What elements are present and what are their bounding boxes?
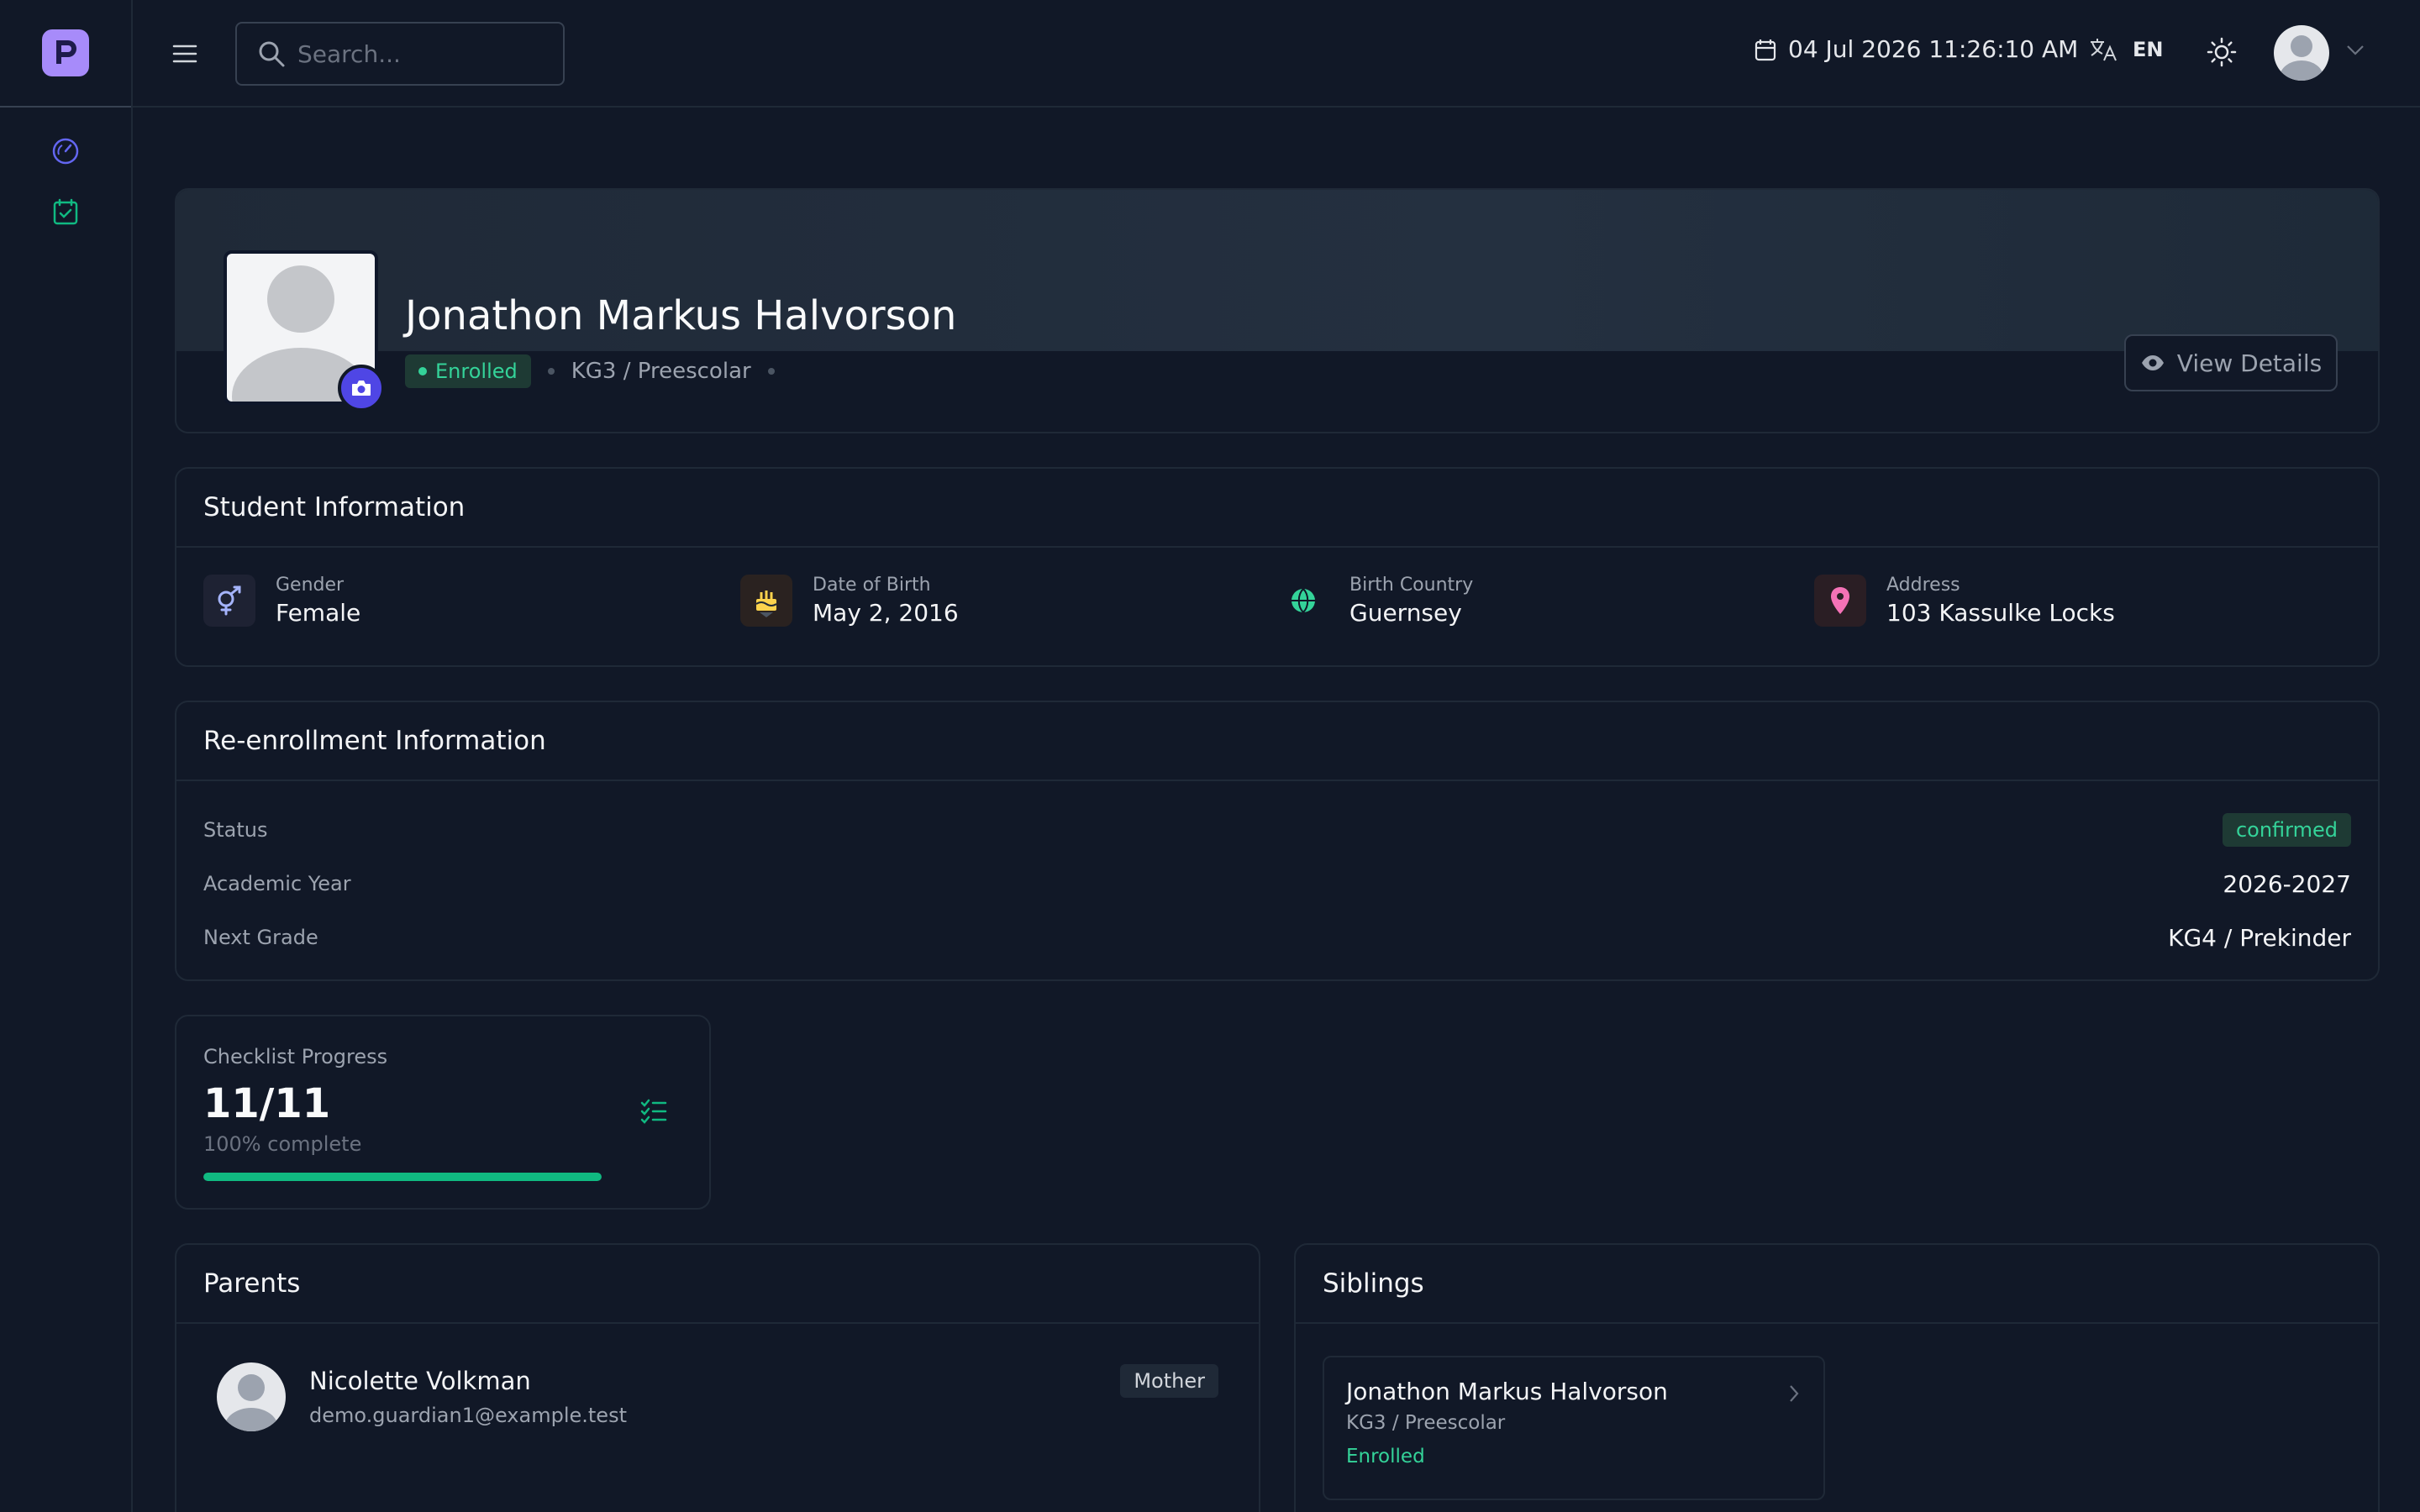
search-icon [259,41,285,67]
hamburger-icon [172,45,197,63]
view-details-button[interactable]: View Details [2124,334,2338,391]
checklist-progress-card[interactable]: Checklist Progress 11/11 100% complete [175,1015,711,1210]
info-label: Address [1886,575,1960,596]
row-value: KG4 / Prekinder [2168,923,2351,952]
reenrollment-card: Re-enrollment Information Status confirm… [175,701,2380,981]
sibling-name: Jonathon Markus Halvorson [1346,1378,1668,1405]
separator-dot [547,368,555,375]
birthday-cake-icon [740,575,792,627]
info-value: May 2, 2016 [813,599,959,627]
globe-icon [1277,575,1329,627]
student-name: Jonathon Markus Halvorson [405,292,957,339]
view-details-label: View Details [2176,349,2323,377]
user-menu-chevron[interactable] [2346,44,2365,60]
camera-icon [352,381,371,396]
info-label: Gender [276,575,345,596]
user-avatar[interactable] [2274,25,2329,81]
chevron-down-icon [2347,45,2364,55]
confirmed-badge: confirmed [2222,813,2351,847]
row-label: Status [203,818,268,842]
status-text: Enrolled [435,360,518,383]
parent-item[interactable]: Nicolette Volkman demo.guardian1@example… [176,1324,1259,1470]
checklist-label: Checklist Progress [203,1045,388,1068]
search-input[interactable] [297,39,550,68]
map-pin-icon [1814,575,1866,627]
status-badge: Enrolled [405,354,531,388]
info-label: Date of Birth [813,575,931,596]
reenrollment-row-academic-year: Academic Year 2026-2027 [203,857,2351,911]
language-label: EN [2133,38,2164,61]
card-title: Student Information [176,469,2378,548]
student-meta: Enrolled KG3 / Preescolar [405,354,775,388]
sun-icon [2207,37,2237,67]
sibling-item[interactable]: Jonathon Markus Halvorson KG3 / Preescol… [1323,1356,1825,1500]
student-grade: KG3 / Preescolar [571,359,751,384]
row-value: 2026-2027 [2223,869,2351,898]
siblings-card: Siblings Jonathon Markus Halvorson KG3 /… [1294,1243,2380,1512]
calendar-check-icon [53,198,78,225]
info-value: Female [276,599,361,627]
translate-icon [2091,39,2117,61]
info-value: Guernsey [1349,599,1462,627]
list-check-icon [640,1099,667,1127]
language-switcher[interactable]: EN [2089,37,2163,62]
checklist-count: 11/11 [203,1080,331,1127]
checklist-progress-bar [203,1173,602,1181]
top-header: 04 Jul 2026 11:26:10 AM EN [133,0,2420,108]
profile-hero-card: Jonathon Markus Halvorson Enrolled KG3 /… [175,188,2380,433]
sibling-grade: KG3 / Preescolar [1346,1412,1506,1434]
change-photo-button[interactable] [338,365,385,412]
info-value: 103 Kassulke Locks [1886,599,2115,627]
relation-badge: Mother [1120,1364,1218,1398]
row-label: Academic Year [203,872,351,895]
menu-toggle-button[interactable] [168,37,202,71]
info-address: Address 103 Kassulke Locks [1814,575,2351,627]
row-label: Next Grade [203,926,318,949]
parent-email: demo.guardian1@example.test [309,1404,627,1427]
card-title: Parents [176,1245,1259,1324]
card-title: Re-enrollment Information [176,702,2378,781]
parent-avatar [217,1362,286,1431]
chevron-right-icon [1788,1384,1800,1406]
app-logo[interactable] [42,29,89,76]
status-dot [418,367,427,375]
parent-name: Nicolette Volkman [309,1367,531,1395]
eye-icon [2141,355,2164,370]
info-date-of-birth: Date of Birth May 2, 2016 [740,575,1277,627]
datetime-display: 04 Jul 2026 11:26:10 AM [1754,35,2078,63]
reenrollment-rows: Status confirmed Academic Year 2026-2027… [176,781,2378,986]
reenrollment-row-status: Status confirmed [203,803,2351,857]
sibling-status: Enrolled [1346,1446,1425,1467]
datetime-text: 04 Jul 2026 11:26:10 AM [1788,35,2079,63]
search-box[interactable] [235,22,565,86]
card-title: Siblings [1296,1245,2378,1324]
dashboard-gauge-icon [52,138,79,165]
logo-p-icon [56,40,76,64]
gender-icon [203,575,255,627]
student-information-card: Student Information Gender Female Date o… [175,467,2380,667]
info-birth-country: Birth Country Guernsey [1277,575,1814,627]
sidebar-item-dashboard[interactable] [49,134,82,168]
student-info-grid: Gender Female Date of Birth May 2, 2016 [176,548,2378,654]
avatar-placeholder-icon [224,1374,278,1431]
calendar-icon [1754,39,1776,60]
parents-card: Parents Nicolette Volkman demo.guardian1… [175,1243,1260,1512]
theme-toggle-button[interactable] [2207,37,2237,71]
reenrollment-row-next-grade: Next Grade KG4 / Prekinder [203,911,2351,964]
separator-dot [767,368,775,375]
sidebar [0,0,133,1512]
avatar-placeholder-icon [2280,35,2323,81]
logo-area [0,0,131,108]
checklist-percent: 100% complete [203,1132,362,1156]
sidebar-item-calendar[interactable] [49,195,82,228]
info-gender: Gender Female [203,575,740,627]
checklist-progress-fill [203,1173,602,1181]
info-label: Birth Country [1349,575,1474,596]
